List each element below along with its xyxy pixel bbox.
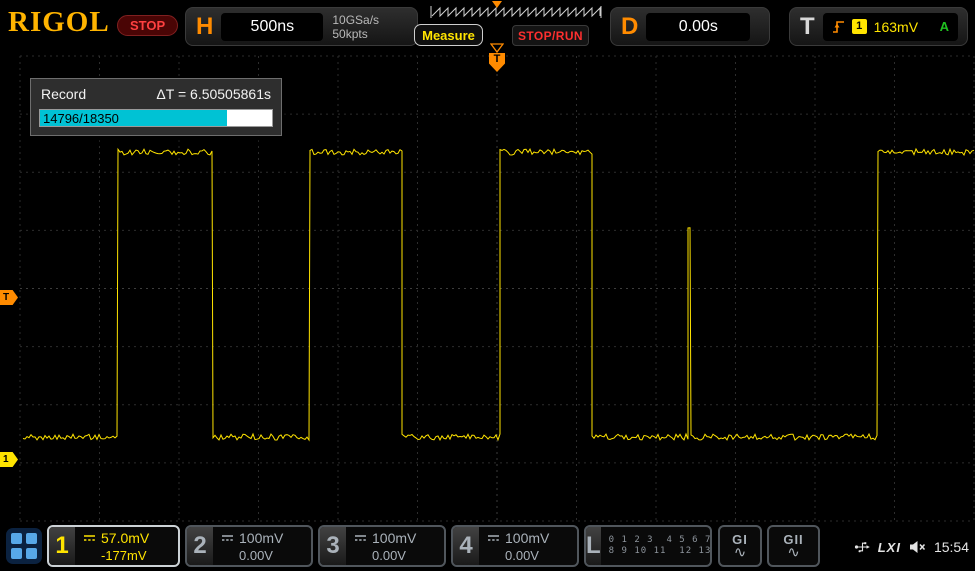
- channel3-offset: 0.00V: [354, 547, 440, 564]
- rigol-logo: RIGOL: [8, 6, 110, 39]
- delay-label: D: [621, 13, 638, 41]
- sound-muted-icon: [909, 540, 926, 554]
- generator1-button[interactable]: GI ∿: [718, 525, 762, 567]
- bottom-bar: 1 57.0mV -177mV 2 100mV 0.00V 3: [0, 523, 975, 571]
- dc-coupling-icon: [221, 534, 234, 542]
- channel4-values: 100mV 0.00V: [479, 527, 577, 565]
- clock: 15:54: [934, 539, 969, 555]
- channel2-offset: 0.00V: [221, 547, 307, 564]
- top-bar: RIGOL STOP H 500ns 10GSa/s 50kpts Measur…: [0, 0, 975, 52]
- sine-wave-icon: ∿: [734, 545, 747, 560]
- digital-channels-row1: 0 1 2 3 4 5 6 7: [609, 535, 712, 546]
- dc-coupling-icon: [83, 534, 96, 542]
- status-area: LXI 15:54: [854, 523, 969, 571]
- stop-run-button[interactable]: STOP/RUN: [512, 25, 589, 46]
- digital-channel-list: 0 1 2 3 4 5 6 7 8 9 10 11 12 13 14 15: [601, 527, 712, 565]
- channel3-number: 3: [320, 527, 346, 565]
- record-progress-bar: 14796/18350: [39, 109, 273, 127]
- channel4-block[interactable]: 4 100mV 0.00V: [451, 525, 579, 567]
- record-progress-text: 14796/18350: [43, 110, 119, 127]
- measure-button[interactable]: Measure: [414, 24, 483, 46]
- channel3-values: 100mV 0.00V: [346, 527, 444, 565]
- trigger-level-value: 163mV: [874, 19, 918, 35]
- channel1-scale: 57.0mV: [101, 530, 149, 547]
- logic-analyzer-label: L: [586, 527, 601, 565]
- channel4-number: 4: [453, 527, 479, 565]
- memory-depth: 50kpts: [332, 27, 379, 41]
- lxi-indicator: LXI: [878, 540, 901, 555]
- trigger-settings-group[interactable]: T 1 163mV A: [789, 7, 968, 46]
- trigger-info-box[interactable]: 1 163mV A: [823, 13, 958, 41]
- horizontal-label: H: [196, 13, 213, 41]
- channel4-offset: 0.00V: [487, 547, 573, 564]
- channel1-block[interactable]: 1 57.0mV -177mV: [47, 525, 180, 567]
- channel1-number: 1: [49, 527, 75, 565]
- sine-wave-icon: ∿: [787, 545, 800, 560]
- usb-icon: [854, 539, 870, 555]
- horizontal-settings-group[interactable]: H 500ns 10GSa/s 50kpts: [185, 7, 418, 46]
- record-popup: Record ΔT = 6.50505861s 14796/18350: [30, 78, 282, 136]
- oscilloscope-screen: RIGOL STOP H 500ns 10GSa/s 50kpts Measur…: [0, 0, 975, 571]
- memory-waveform-icon: [430, 3, 602, 20]
- delay-settings-group[interactable]: D 0.00s: [610, 7, 770, 46]
- dc-coupling-icon: [487, 534, 500, 542]
- memory-position-bar: [430, 3, 602, 20]
- channel2-scale: 100mV: [239, 530, 283, 547]
- generator2-button[interactable]: GII ∿: [767, 525, 820, 567]
- channel1-values: 57.0mV -177mV: [75, 527, 178, 565]
- logic-analyzer-block[interactable]: L 0 1 2 3 4 5 6 7 8 9 10 11 12 13 14 15: [584, 525, 712, 567]
- record-popup-header: Record ΔT = 6.50505861s: [39, 85, 273, 104]
- trigger-source-badge: 1: [852, 19, 867, 34]
- acquisition-status-badge: STOP: [117, 15, 178, 36]
- channel3-block[interactable]: 3 100mV 0.00V: [318, 525, 446, 567]
- channel2-block[interactable]: 2 100mV 0.00V: [185, 525, 313, 567]
- channel1-offset: -177mV: [83, 547, 174, 564]
- channel2-values: 100mV 0.00V: [213, 527, 311, 565]
- channel4-scale: 100mV: [505, 530, 549, 547]
- channel2-number: 2: [187, 527, 213, 565]
- record-delta-t: ΔT = 6.50505861s: [156, 86, 271, 102]
- memory-trigger-marker-icon: [492, 1, 502, 8]
- digital-channels-row2: 8 9 10 11 12 13 14 15: [609, 546, 712, 557]
- sample-rate: 10GSa/s: [332, 13, 379, 27]
- menu-grid-icon: [11, 533, 22, 544]
- timebase-value[interactable]: 500ns: [221, 13, 323, 41]
- record-popup-title: Record: [41, 86, 86, 102]
- delay-value[interactable]: 0.00s: [646, 13, 750, 41]
- trigger-label: T: [800, 13, 815, 41]
- channel3-scale: 100mV: [372, 530, 416, 547]
- dc-coupling-icon: [354, 534, 367, 542]
- trigger-mode-indicator: A: [940, 19, 949, 34]
- acquisition-info: 10GSa/s 50kpts: [332, 13, 379, 41]
- trigger-slope-icon: [832, 19, 845, 34]
- menu-button[interactable]: [6, 528, 42, 564]
